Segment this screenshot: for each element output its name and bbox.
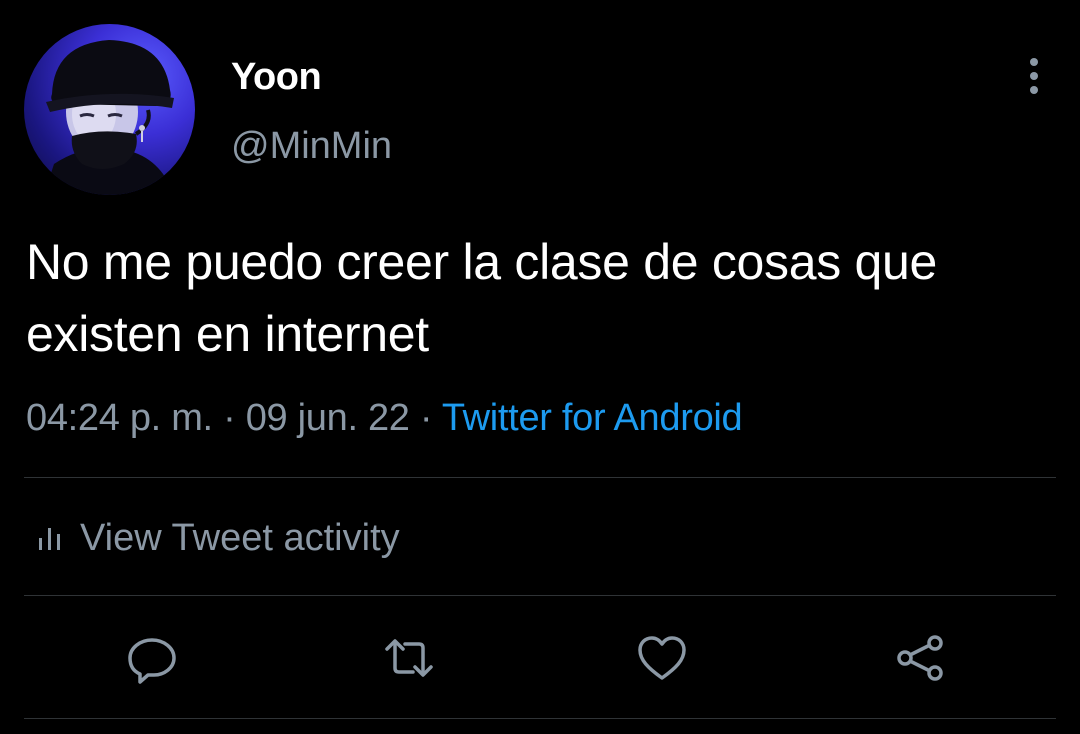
share-button[interactable] — [892, 630, 948, 686]
divider — [24, 718, 1056, 719]
reply-button[interactable] — [124, 630, 180, 686]
retweet-icon — [385, 639, 433, 677]
tweet-source-link[interactable]: Twitter for Android — [442, 397, 743, 439]
retweet-button[interactable] — [381, 630, 437, 686]
heart-icon — [638, 636, 686, 680]
meta-separator: · — [223, 397, 236, 439]
bar-chart-icon — [39, 528, 60, 550]
display-name[interactable]: Yoon — [231, 55, 322, 99]
avatar-image — [44, 40, 174, 195]
reply-icon — [128, 638, 176, 684]
tweet-date: 09 jun. 22 — [245, 397, 410, 439]
more-options-button[interactable] — [1016, 56, 1052, 96]
divider — [24, 595, 1056, 596]
view-tweet-activity-label: View Tweet activity — [80, 516, 400, 559]
like-button[interactable] — [634, 630, 690, 686]
meta-separator: · — [419, 397, 433, 439]
avatar[interactable] — [24, 24, 195, 195]
divider — [24, 477, 1056, 478]
share-icon — [897, 635, 943, 681]
tweet-text: No me puedo creer la clase de cosas que … — [26, 234, 938, 362]
tweet-time: 04:24 p. m. — [26, 397, 213, 439]
tweet-meta: 04:24 p. m. · 09 jun. 22 · Twitter for A… — [26, 394, 743, 442]
more-vertical-icon — [1030, 58, 1038, 94]
user-handle[interactable]: @MinMin — [231, 124, 392, 168]
view-tweet-activity-button[interactable]: View Tweet activity — [36, 512, 400, 564]
